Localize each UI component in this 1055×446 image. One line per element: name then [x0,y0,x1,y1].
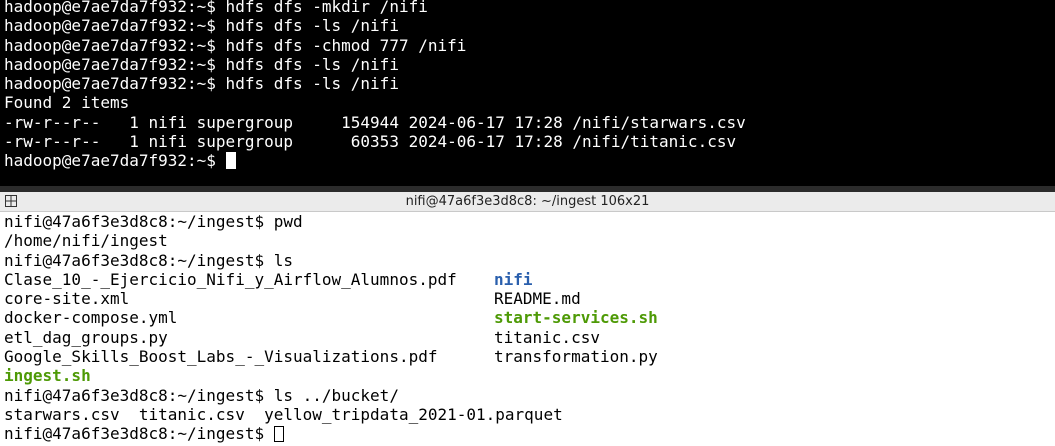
terminal-line: Found 2 items [4,93,130,113]
terminal-line: nifi@47a6f3e3d8c8:~/ingest$ ls [4,250,293,270]
file-entry: etl_dag_groups.py [4,327,168,347]
terminal-line: hadoop@e7ae7da7f932:~$ hdfs dfs -ls /nif… [4,54,399,74]
terminal-line: nifi@47a6f3e3d8c8:~/ingest$ pwd [4,212,303,231]
terminal-prompt: nifi@47a6f3e3d8c8:~/ingest$ [4,424,274,444]
bottom-terminal-pane[interactable]: nifi@47a6f3e3d8c8:~/ingest$ pwd /home/ni… [0,212,1055,446]
ls-row: Google_Skills_Boost_Labs_-_Visualization… [0,347,1055,366]
ls-row: core-site.xml README.md [0,289,1055,308]
ls-row: ingest.sh [0,366,1055,385]
terminal-line: starwars.csv titanic.csv yellow_tripdata… [4,404,563,424]
text-cursor [225,152,236,170]
file-entry: Clase_10_-_Ejercicio_Nifi_y_Airflow_Alum… [4,269,457,289]
file-entry: README.md [494,289,581,309]
terminal-line: hadoop@e7ae7da7f932:~$ hdfs dfs -chmod 7… [4,35,467,55]
top-terminal-pane[interactable]: hadoop@e7ae7da7f932:~$ hdfs dfs -mkdir /… [0,0,1055,186]
grid-icon[interactable] [5,195,17,207]
window-title: nifi@47a6f3e3d8c8: ~/ingest 106x21 [405,194,650,209]
executable-entry: start-services.sh [494,308,658,328]
terminal-line: hadoop@e7ae7da7f932:~$ hdfs dfs -mkdir /… [4,0,428,16]
terminal-line: -rw-r--r-- 1 nifi supergroup 60353 2024-… [4,132,737,152]
terminal-prompt-line[interactable]: hadoop@e7ae7da7f932:~$ [0,151,1055,170]
terminal-prompt: hadoop@e7ae7da7f932:~$ [4,151,226,171]
file-entry: core-site.xml [4,289,130,309]
text-cursor [273,426,284,443]
executable-entry: ingest.sh [4,366,91,386]
terminal-prompt-line[interactable]: nifi@47a6f3e3d8c8:~/ingest$ [0,424,1055,443]
file-entry: titanic.csv [494,327,600,347]
file-entry: transformation.py [494,347,658,367]
directory-entry: nifi [494,269,533,289]
terminal-line: hadoop@e7ae7da7f932:~$ hdfs dfs -ls /nif… [4,16,399,36]
terminal-line: nifi@47a6f3e3d8c8:~/ingest$ ls ../bucket… [4,385,399,405]
ls-row: Clase_10_-_Ejercicio_Nifi_y_Airflow_Alum… [0,270,1055,289]
terminal-line: -rw-r--r-- 1 nifi supergroup 154944 2024… [4,112,746,132]
ls-row: etl_dag_groups.py titanic.csv [0,328,1055,347]
terminal-line: /home/nifi/ingest [4,231,168,251]
ls-row: docker-compose.yml start-services.sh [0,308,1055,327]
file-entry: Google_Skills_Boost_Labs_-_Visualization… [4,347,438,367]
terminal-line: hadoop@e7ae7da7f932:~$ hdfs dfs -ls /nif… [4,74,399,94]
file-entry: docker-compose.yml [4,308,178,328]
window-titlebar[interactable]: nifi@47a6f3e3d8c8: ~/ingest 106x21 [0,192,1055,212]
